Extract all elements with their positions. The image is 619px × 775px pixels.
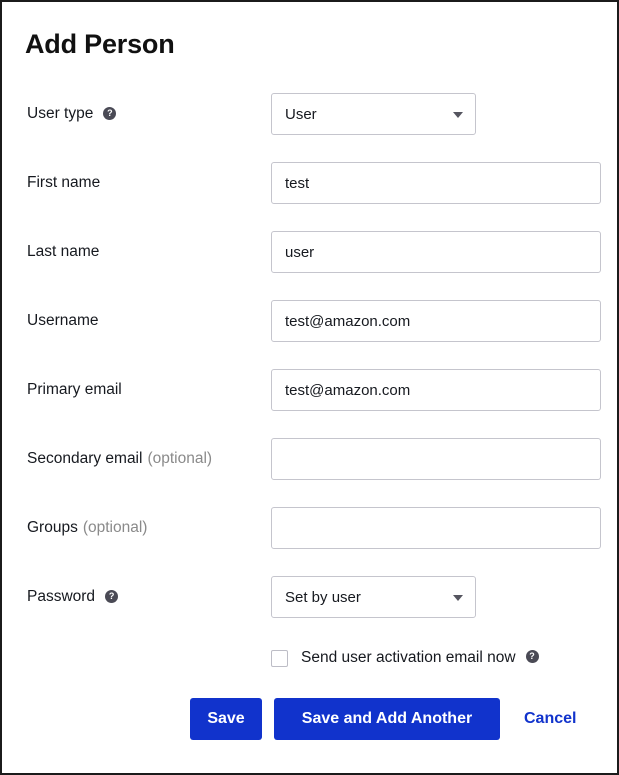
optional-marker: (optional): [147, 450, 213, 467]
form-row: Password? Set by user: [2, 576, 617, 618]
field-label-text: First name: [27, 174, 101, 191]
optional-marker: (optional): [82, 519, 148, 536]
field-value: Set by user: [285, 588, 361, 606]
field-label: Username: [27, 300, 99, 342]
info-icon[interactable]: ?: [103, 106, 117, 120]
field-label: First name: [27, 162, 100, 204]
field-label-text: Password: [27, 588, 96, 605]
form-row: Groups (optional): [2, 507, 617, 549]
field-value: User: [285, 105, 317, 123]
field-label: Password?: [27, 576, 119, 618]
select-field[interactable]: Set by user: [271, 576, 476, 618]
chevron-down-icon: [453, 112, 463, 118]
save-and-add-another-button[interactable]: Save and Add Another: [274, 698, 500, 740]
save-button[interactable]: Save: [190, 698, 262, 740]
field-label-text: Groups: [27, 519, 78, 536]
send-activation-email-label: Send user activation email now?: [301, 649, 539, 667]
form-row: User type? User: [2, 93, 617, 135]
field-value: test: [285, 174, 310, 192]
text-input[interactable]: test: [271, 162, 601, 204]
form-row: Last name user: [2, 231, 617, 273]
form-row: Username test@amazon.com: [2, 300, 617, 342]
field-label: User type?: [27, 93, 117, 135]
form-row: Primary email test@amazon.com: [2, 369, 617, 411]
form-row: First name test: [2, 162, 617, 204]
field-value: user: [285, 243, 315, 261]
send-activation-email-row: Send user activation email now?: [271, 647, 539, 669]
field-label-text: User type: [27, 105, 94, 122]
text-input[interactable]: test@amazon.com: [271, 369, 601, 411]
add-person-dialog: Add Person User type? User First name test L…: [0, 0, 619, 775]
send-activation-email-text: Send user activation email now: [301, 649, 516, 666]
text-input[interactable]: [271, 438, 601, 480]
field-label: Last name: [27, 231, 99, 273]
send-activation-email-checkbox[interactable]: [271, 649, 288, 667]
text-input[interactable]: user: [271, 231, 601, 273]
field-value: test@amazon.com: [285, 381, 411, 399]
text-input[interactable]: [271, 507, 601, 549]
text-input[interactable]: test@amazon.com: [271, 300, 601, 342]
field-label-text: Last name: [27, 243, 100, 260]
field-label-text: Primary email: [27, 381, 122, 398]
field-label: Groups (optional): [27, 507, 147, 549]
page-title: Add Person: [25, 29, 175, 59]
info-icon[interactable]: ?: [105, 589, 119, 603]
select-field[interactable]: User: [271, 93, 476, 135]
info-icon[interactable]: ?: [525, 650, 539, 664]
form-actions: Save Save and Add Another Cancel: [2, 698, 617, 742]
field-label: Secondary email (optional): [27, 438, 212, 480]
form-row: Secondary email (optional): [2, 438, 617, 480]
cancel-link[interactable]: Cancel: [524, 698, 576, 740]
field-label-text: Username: [27, 312, 99, 329]
chevron-down-icon: [453, 595, 463, 601]
field-value: test@amazon.com: [285, 312, 411, 330]
field-label: Primary email: [27, 369, 122, 411]
field-label-text: Secondary email: [27, 450, 143, 467]
